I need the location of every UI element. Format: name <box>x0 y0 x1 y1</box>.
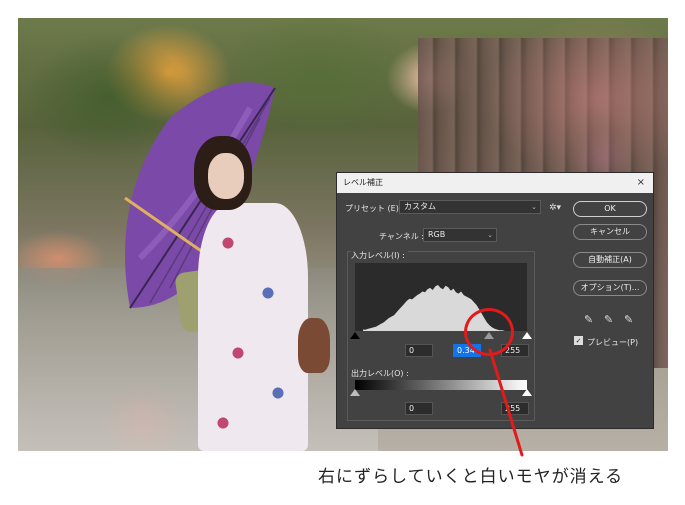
preview-checkbox[interactable]: ✓ <box>574 336 583 345</box>
annotation-caption: 右にずらしていくと白いモヤが消える <box>318 467 624 487</box>
output-white-slider[interactable] <box>522 389 532 396</box>
yukata <box>198 203 308 451</box>
close-icon[interactable]: × <box>637 173 645 193</box>
output-levels-label: 出力レベル(O) : <box>351 369 409 378</box>
dialog-titlebar: レベル補正 × <box>337 173 653 193</box>
output-white-field[interactable]: 255 <box>501 402 529 415</box>
preset-label: プリセット (E) : <box>345 204 405 213</box>
input-black-field[interactable]: 0 <box>405 344 433 357</box>
chevron-down-icon: ⌄ <box>531 203 537 211</box>
options-button[interactable]: オプション(T)... <box>573 280 647 296</box>
input-black-slider[interactable] <box>350 332 360 339</box>
output-black-slider[interactable] <box>350 389 360 396</box>
ok-button[interactable]: OK <box>573 201 647 217</box>
input-white-slider[interactable] <box>522 332 532 339</box>
preview-label: プレビュー(P) <box>587 338 639 347</box>
output-black-field[interactable]: 0 <box>405 402 433 415</box>
channel-value: RGB <box>428 230 446 239</box>
preset-select[interactable]: カスタム ⌄ <box>399 200 541 214</box>
auto-button[interactable]: 自動補正(A) <box>573 252 647 268</box>
basket-bag <box>298 318 330 373</box>
output-gradient-bar <box>355 380 527 390</box>
preset-value: カスタム <box>404 202 436 211</box>
cancel-button[interactable]: キャンセル <box>573 224 647 240</box>
dialog-title: レベル補正 <box>343 178 383 187</box>
black-eyedropper-icon[interactable]: ✎ <box>584 313 593 326</box>
gear-icon[interactable]: ✲▾ <box>549 203 561 213</box>
annotation-circle <box>464 308 514 356</box>
channel-label: チャンネル : <box>379 232 424 241</box>
chevron-down-icon: ⌄ <box>487 231 493 239</box>
levels-dialog: レベル補正 × プリセット (E) : カスタム ⌄ ✲▾ チャンネル : RG… <box>336 172 654 429</box>
gray-eyedropper-icon[interactable]: ✎ <box>604 313 613 326</box>
white-eyedropper-icon[interactable]: ✎ <box>624 313 633 326</box>
face <box>208 153 244 199</box>
input-levels-label: 入力レベル(I) : <box>351 250 408 261</box>
channel-select[interactable]: RGB ⌄ <box>423 228 497 242</box>
